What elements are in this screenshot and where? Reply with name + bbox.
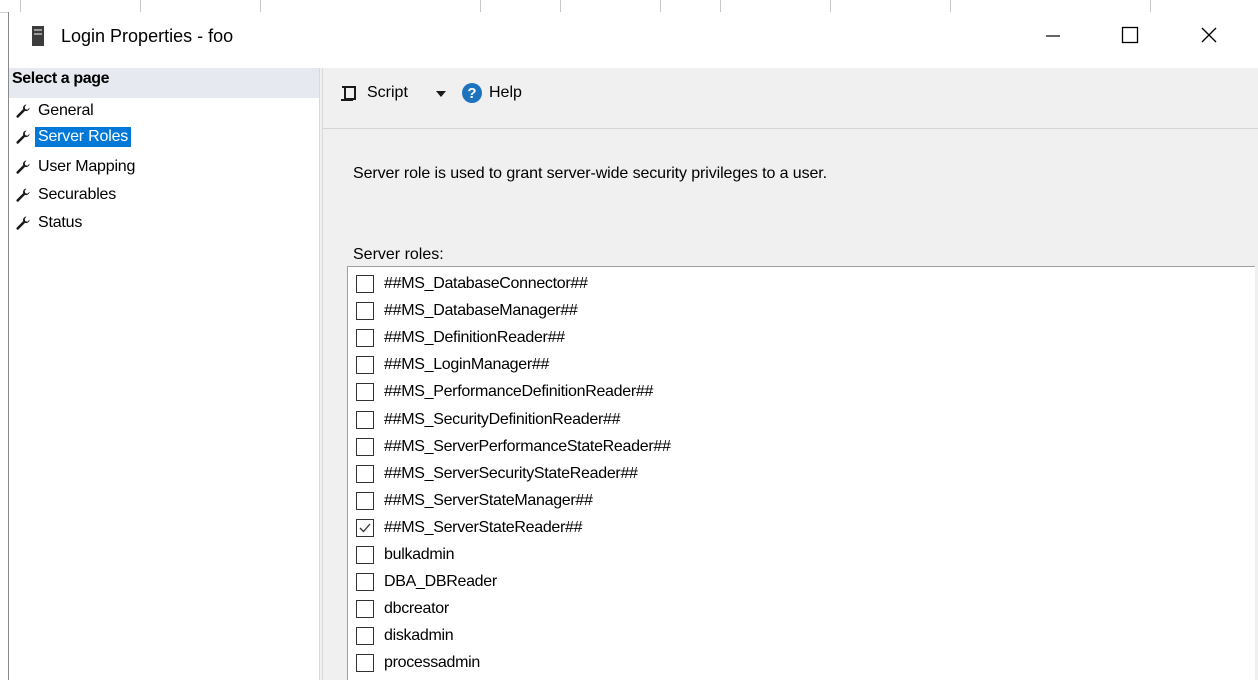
sidebar-item-label: Status [38, 214, 83, 231]
sidebar-item-label: User Mapping [38, 158, 136, 175]
server-role-row[interactable]: ##MS_ServerStateManager## [356, 488, 593, 514]
role-checkbox[interactable] [356, 410, 374, 429]
page-selector-sidebar: Select a page General Server Roles User … [9, 68, 319, 680]
wrench-icon [16, 160, 30, 174]
sidebar-item-label: Securables [38, 186, 117, 203]
role-name: bulkadmin [384, 546, 455, 563]
role-name: DBA_DBReader [384, 573, 497, 591]
sidebar-item-securables[interactable]: Securables [15, 182, 119, 208]
role-name: ##MS_LoginManager## [384, 356, 550, 374]
role-checkbox[interactable] [356, 329, 374, 348]
role-checkbox[interactable] [356, 546, 374, 564]
role-name: ##MS_DatabaseConnector## [384, 275, 588, 292]
role-name: diskadmin [384, 627, 454, 645]
server-role-row[interactable]: diskadmin [356, 623, 454, 649]
page-description: Server role is used to grant server-wide… [353, 165, 827, 182]
title-bar[interactable]: Login Properties - foo [9, 12, 1258, 62]
role-checkbox[interactable] [356, 518, 374, 537]
server-role-row[interactable]: ##MS_LoginManager## [356, 352, 549, 378]
role-name: dbcreator [384, 600, 449, 618]
toolbar: Script ? Help [323, 68, 1258, 129]
role-checkbox[interactable] [356, 491, 374, 510]
role-checkbox[interactable] [356, 627, 374, 646]
window-title: Login Properties - foo [61, 26, 234, 46]
server-role-row[interactable]: bulkadmin [356, 542, 455, 568]
role-checkbox[interactable] [356, 275, 374, 293]
maximize-button[interactable] [1102, 12, 1158, 58]
server-role-row[interactable]: dbcreator [356, 596, 449, 622]
maximize-icon [1121, 26, 1139, 44]
role-checkbox[interactable] [356, 600, 374, 619]
wrench-icon [16, 130, 30, 144]
wrench-icon [16, 104, 30, 118]
sidebar-item-user-mapping[interactable]: User Mapping [15, 154, 138, 180]
wrench-icon [16, 216, 30, 230]
minimize-icon [1046, 35, 1060, 37]
server-role-row[interactable]: ##MS_ServerSecurityStateReader## [356, 461, 638, 487]
role-name: ##MS_PerformanceDefinitionReader## [384, 383, 654, 401]
wrench-icon [16, 188, 30, 202]
server-role-row[interactable]: ##MS_SecurityDefinitionReader## [356, 407, 620, 433]
sidebar-item-label: General [38, 102, 94, 119]
script-icon[interactable] [339, 83, 361, 105]
role-name: ##MS_ServerPerformanceStateReader## [384, 437, 671, 455]
sidebar-header-label: Select a page [12, 70, 110, 87]
role-name: ##MS_ServerStateReader## [384, 518, 583, 536]
close-icon [1201, 27, 1217, 43]
minimize-button[interactable] [1025, 12, 1081, 58]
server-roles-label: Server roles: [353, 246, 444, 263]
server-role-row[interactable]: ##MS_ServerStateReader## [356, 515, 583, 541]
help-icon[interactable]: ? [461, 82, 483, 104]
role-name: ##MS_ServerSecurityStateReader## [384, 464, 638, 482]
role-name: ##MS_ServerStateManager## [384, 491, 593, 509]
server-role-row[interactable]: ##MS_PerformanceDefinitionReader## [356, 379, 653, 405]
checkmark-icon [359, 523, 371, 533]
server-role-row[interactable]: DBA_DBReader [356, 569, 497, 595]
server-roles-page: Script ? Help Server role is used to gra… [323, 68, 1258, 680]
sidebar-item-status[interactable]: Status [15, 210, 85, 236]
role-name: ##MS_DefinitionReader## [384, 329, 565, 347]
role-name: ##MS_SecurityDefinitionReader## [384, 410, 621, 428]
sidebar-header: Select a page [9, 68, 319, 98]
sidebar-item-label: Server Roles [35, 127, 132, 147]
sidebar-item-server-roles[interactable]: Server Roles [15, 124, 132, 150]
role-checkbox[interactable] [356, 356, 374, 375]
role-checkbox[interactable] [356, 573, 374, 592]
role-checkbox[interactable] [356, 437, 374, 456]
server-role-row[interactable]: ##MS_DatabaseManager## [356, 298, 578, 324]
server-icon [32, 26, 44, 46]
close-button[interactable] [1181, 12, 1237, 58]
sidebar-item-general[interactable]: General [15, 98, 97, 124]
role-checkbox[interactable] [356, 302, 374, 321]
script-button[interactable]: Script [367, 84, 408, 102]
server-role-row[interactable]: ##MS_DatabaseConnector## [356, 271, 588, 297]
role-checkbox[interactable] [356, 464, 374, 483]
server-role-row[interactable]: processadmin [356, 650, 480, 676]
dropdown-arrow-icon[interactable] [435, 90, 447, 98]
help-button[interactable]: Help [489, 84, 522, 102]
server-roles-list[interactable]: ##MS_DatabaseConnector## ##MS_DatabaseMan… [347, 266, 1255, 680]
role-name: processadmin [384, 654, 481, 672]
server-role-row[interactable]: ##MS_DefinitionReader## [356, 325, 565, 351]
role-checkbox[interactable] [356, 383, 374, 402]
role-name: ##MS_DatabaseManager## [384, 302, 578, 320]
server-role-row[interactable]: ##MS_ServerPerformanceStateReader## [356, 434, 671, 460]
login-properties-window: Login Properties - foo Select a page Gen… [8, 12, 1258, 680]
role-checkbox[interactable] [356, 654, 374, 673]
svg-text:?: ? [467, 85, 476, 102]
